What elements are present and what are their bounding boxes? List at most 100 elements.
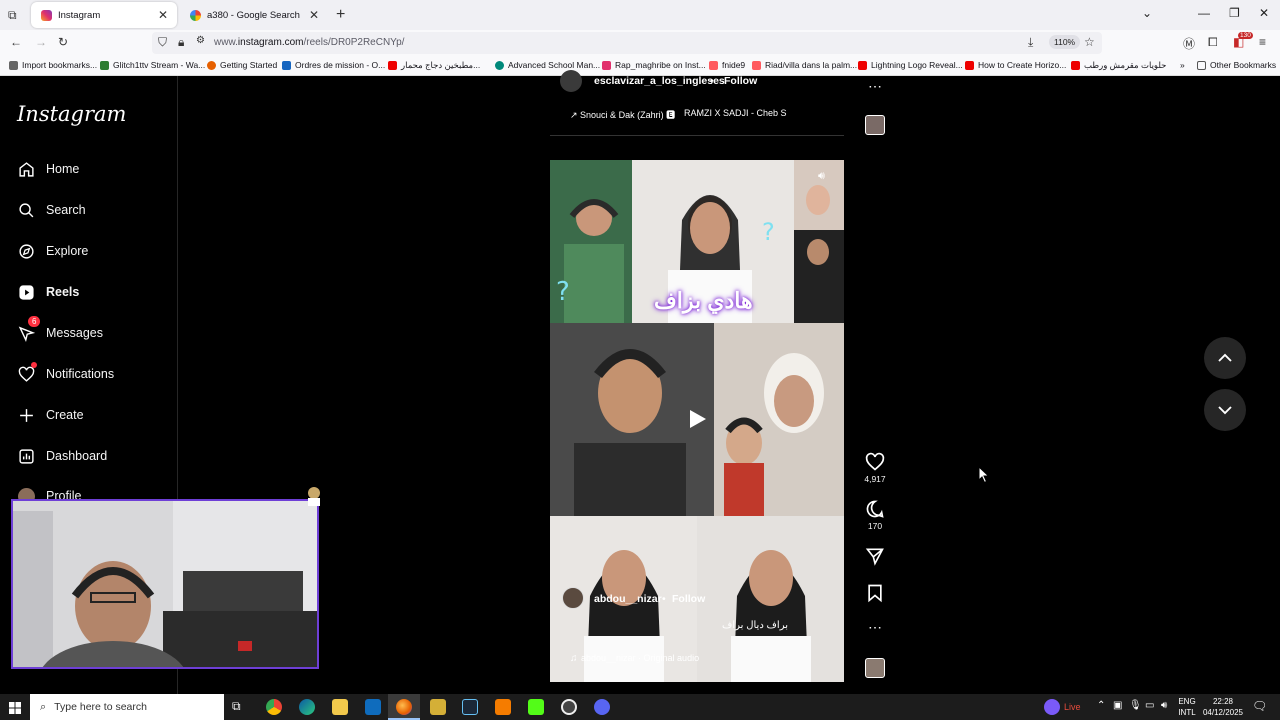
bookmark-item[interactable]: Advanced School Man... — [495, 60, 600, 70]
previous-reel-audio[interactable]: ↗ Snouci & Dak (Zahri) 🅴 — [570, 108, 675, 121]
chrome-icon[interactable] — [266, 699, 282, 715]
chevron-down-icon[interactable]: ⌄ — [1142, 6, 1152, 20]
save-page-icon[interactable]: ⤓ — [1028, 35, 1033, 50]
microphone-icon[interactable]: 🎙︎ — [1129, 700, 1142, 711]
previous-reel-audio-2[interactable]: RAMZI X SADJI - Cheb S — [684, 108, 787, 118]
permissions-icon[interactable]: ⚙︎ — [196, 35, 205, 46]
close-window-icon[interactable]: ✕ — [1259, 6, 1269, 20]
bookmark-item[interactable]: Rap_maghribe on Inst... — [602, 60, 706, 70]
steam-icon[interactable] — [462, 699, 478, 715]
tab-google-search[interactable]: a380 - Google Search ✕ — [180, 2, 328, 28]
save-button[interactable] — [862, 583, 888, 605]
account-icon[interactable]: Ⓜ — [1183, 35, 1195, 52]
obs-icon[interactable] — [561, 699, 577, 715]
more-options-icon[interactable]: ⋯ — [862, 78, 888, 95]
bookmark-item[interactable]: حلويات مقرمش ورطب — [1071, 60, 1166, 71]
volume-icon[interactable]: 🔊︎ — [1161, 700, 1167, 711]
more-bookmarks-icon[interactable]: » — [1180, 60, 1185, 70]
bookmark-item[interactable]: fnide9 — [709, 60, 745, 70]
extensions-icon[interactable]: ⧠ — [1208, 35, 1218, 50]
bookmark-item[interactable]: Getting Started — [207, 60, 277, 70]
new-tab-icon[interactable]: + — [336, 6, 345, 24]
avatar[interactable] — [562, 587, 584, 609]
menu-icon[interactable]: ≡ — [1259, 35, 1266, 49]
clock[interactable]: 22:28 04/12/2025 — [1201, 696, 1245, 718]
reel-audio[interactable]: abdou__nizar · Original audio — [581, 653, 699, 663]
minimize-icon[interactable]: — — [1198, 6, 1210, 20]
like-button[interactable] — [862, 452, 888, 474]
notification-center-icon[interactable]: 🗨︎ — [1252, 699, 1267, 713]
vlc-icon[interactable] — [495, 699, 511, 715]
bookmark-site-icon — [282, 60, 291, 70]
youtube-icon — [388, 61, 397, 70]
shield-icon[interactable]: ⛉ — [158, 35, 167, 50]
comment-button[interactable] — [862, 499, 888, 521]
bookmark-item[interactable]: Riad/villa dans la palm... — [752, 60, 857, 70]
previous-reel-username[interactable]: esclavizar_a_los_ingleses — [594, 75, 725, 87]
language-indicator[interactable]: ENG INTL — [1175, 696, 1199, 718]
reel-username[interactable]: abdou__nizar — [594, 593, 662, 605]
url-bar[interactable]: ⛉ 🔒︎ ⚙︎ www.instagram.com/reels/DR0P2ReC… — [152, 32, 1102, 54]
forward-icon[interactable]: → — [35, 35, 47, 49]
network-icon[interactable]: ▭ — [1145, 700, 1154, 711]
tray-app-icon[interactable]: ▣ — [1113, 700, 1122, 711]
discord-icon[interactable] — [594, 699, 610, 715]
tab-instagram[interactable]: Instagram ✕ — [31, 2, 177, 28]
previous-audio-thumbnail[interactable] — [865, 115, 885, 135]
back-icon[interactable]: ← — [10, 35, 22, 49]
firefox-icon[interactable] — [396, 699, 412, 715]
audio-thumbnail[interactable] — [865, 658, 885, 678]
sidebar-item-notifications[interactable]: Notifications — [17, 362, 115, 383]
sidebar-item-home[interactable]: Home — [17, 160, 79, 178]
search-icon: ⌕ — [40, 700, 47, 713]
play-icon[interactable] — [685, 407, 709, 436]
windows-start-icon[interactable] — [9, 701, 21, 719]
share-button[interactable] — [862, 546, 888, 568]
bookmark-item[interactable]: Ordres de mission - O... — [282, 60, 385, 70]
file-explorer-icon[interactable] — [332, 699, 348, 715]
outlook-icon[interactable] — [365, 699, 381, 715]
bookmark-item[interactable]: مطبخين دجاج محمار... — [388, 60, 480, 71]
reload-icon[interactable]: ↻ — [58, 35, 68, 49]
edge-icon[interactable] — [299, 699, 315, 715]
close-tab-icon[interactable]: ✕ — [309, 8, 319, 22]
bookmark-star-icon[interactable]: ☆ — [1084, 35, 1095, 49]
app-icon[interactable] — [430, 699, 446, 715]
reel-video[interactable]: ? ? 🔊︎ هادي بزاف براف ديال براف abdou__n… — [550, 160, 844, 682]
volume-icon[interactable]: 🔊︎ — [818, 170, 825, 183]
next-reel-button[interactable] — [1204, 389, 1246, 431]
avatar[interactable] — [560, 70, 582, 92]
sidebar-item-search[interactable]: Search — [17, 201, 86, 219]
maximize-icon[interactable]: ❐ — [1229, 6, 1240, 20]
bookmark-item[interactable]: Lightning Logo Reveal... — [858, 60, 963, 70]
live-indicator[interactable]: Live — [1064, 702, 1081, 712]
bookmark-item[interactable]: Import bookmarks... — [9, 60, 97, 70]
bookmark-item[interactable]: Other Bookmarks — [1197, 60, 1276, 70]
tray-chevron-up-icon[interactable]: ⌃ — [1097, 700, 1105, 711]
taskbar-search-input[interactable]: ⌕ Type here to search — [30, 694, 224, 720]
lock-icon[interactable]: 🔒︎ — [178, 35, 184, 50]
previous-reel-button[interactable] — [1204, 337, 1246, 379]
home-icon — [17, 160, 35, 178]
task-view-icon[interactable]: ⧉ — [232, 699, 248, 715]
follow-button[interactable]: Follow — [672, 593, 705, 605]
sidebar-item-label: Notifications — [46, 367, 115, 381]
sidebar: Instagram Home Search Explore Reels 6 Me… — [0, 76, 320, 694]
heart-icon — [865, 452, 885, 471]
streamlabs-icon[interactable] — [1044, 699, 1060, 715]
tab-list-icon[interactable]: ⧉ — [8, 8, 17, 23]
kick-icon[interactable] — [528, 699, 544, 715]
instagram-logo[interactable]: Instagram — [17, 102, 126, 126]
sidebar-item-reels[interactable]: Reels — [17, 283, 79, 301]
sidebar-item-explore[interactable]: Explore — [17, 242, 88, 260]
sidebar-item-messages[interactable]: 6 Messages — [17, 316, 103, 342]
zoom-level[interactable]: 110% — [1049, 35, 1081, 49]
bookmark-item[interactable]: Glitch1ttv Stream - Wa... — [100, 60, 205, 70]
sidebar-item-create[interactable]: Create — [17, 406, 84, 424]
sidebar-item-dashboard[interactable]: Dashboard — [17, 447, 107, 465]
previous-reel-follow-button[interactable]: Follow — [724, 75, 757, 87]
close-tab-icon[interactable]: ✕ — [158, 8, 168, 22]
url-text[interactable]: www.instagram.com/reels/DR0P2ReCNYp/ — [214, 37, 404, 48]
bookmark-item[interactable]: How to Create Horizo... — [965, 60, 1066, 70]
more-options-icon[interactable]: ⋯ — [862, 619, 888, 636]
